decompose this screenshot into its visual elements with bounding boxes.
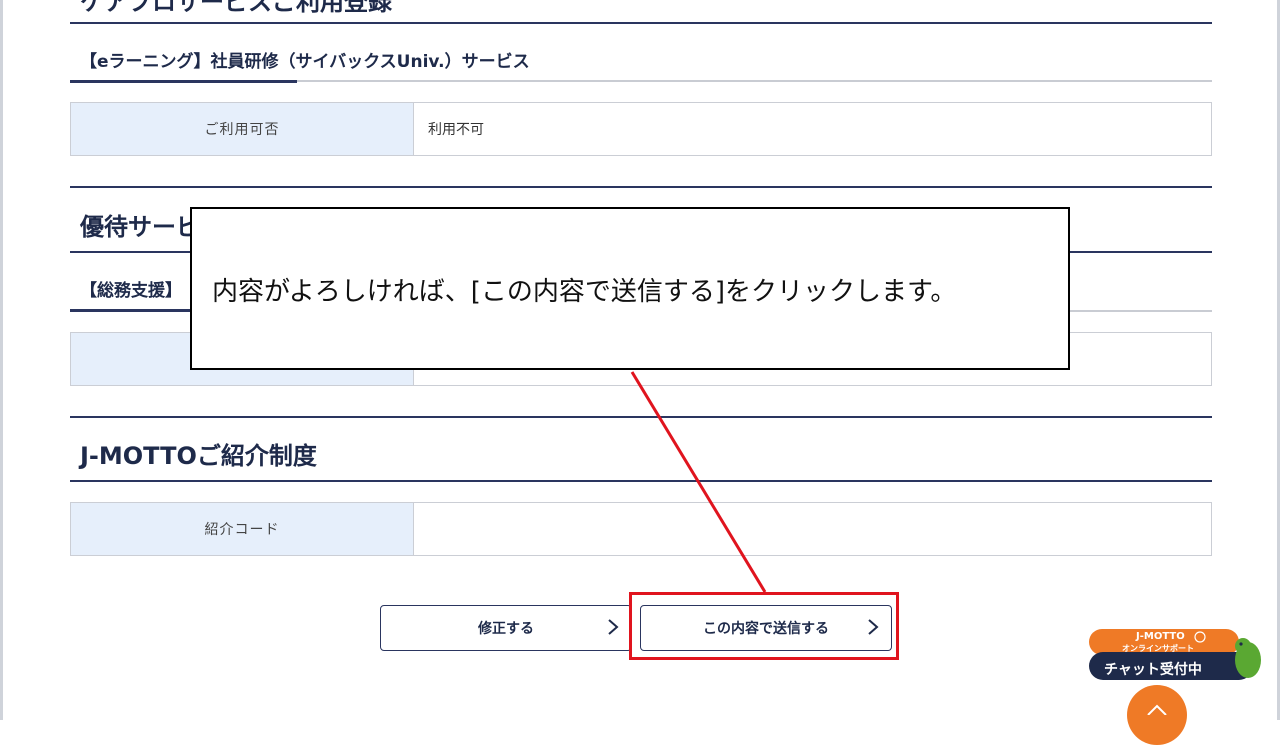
dinosaur-mascot-icon	[1235, 638, 1261, 678]
chat-support-widget[interactable]: J-MOTTO オンラインサポート チャット受付中	[1088, 628, 1266, 684]
chevron-up-icon	[1147, 704, 1167, 716]
scroll-to-top-button[interactable]	[1127, 685, 1187, 745]
chat-subtitle-label: オンラインサポート	[1122, 644, 1194, 653]
instruction-callout: 内容がよろしければ、[この内容で送信する]をクリックします。	[190, 207, 1070, 370]
instruction-callout-text: 内容がよろしければ、[この内容で送信する]をクリックします。	[212, 277, 957, 307]
chat-status-label: チャット受付中	[1104, 662, 1202, 678]
chat-brand-label: J-MOTTO	[1136, 631, 1185, 642]
